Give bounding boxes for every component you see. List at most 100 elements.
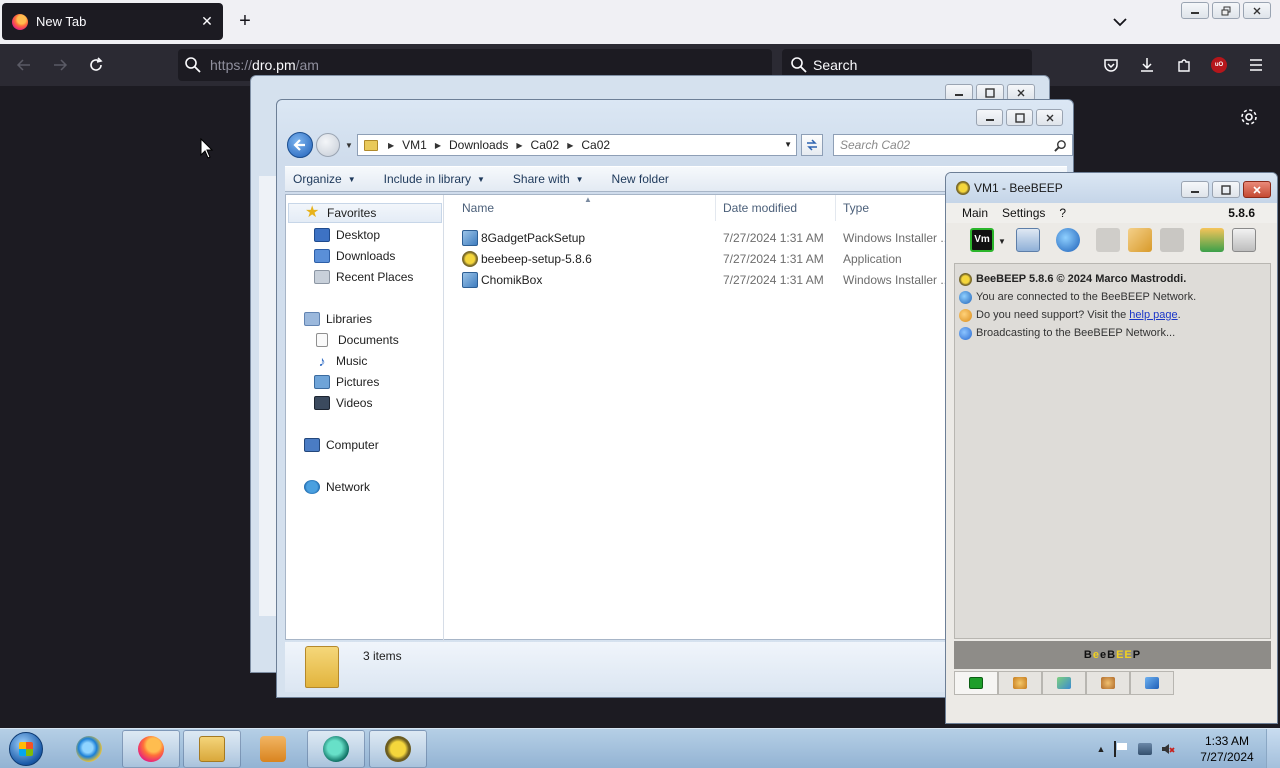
url-path: /am: [295, 57, 319, 73]
extensions-button[interactable]: [1173, 54, 1195, 76]
library-icon: [304, 312, 320, 326]
menu-button[interactable]: [1245, 54, 1267, 76]
forward-button[interactable]: [49, 54, 71, 76]
close-icon: [1046, 114, 1053, 121]
back-button[interactable]: [287, 132, 313, 158]
newtab-settings-button[interactable]: [1238, 106, 1260, 128]
nav-libraries[interactable]: Libraries: [304, 309, 372, 329]
help-page-link[interactable]: help page: [1129, 309, 1177, 321]
volume-muted-icon[interactable]: [1160, 741, 1176, 757]
column-header-date-modified[interactable]: Date modified: [716, 195, 836, 221]
chat-area[interactable]: BeeBEEP 5.8.6 © 2024 Marco Mastroddi. Yo…: [954, 263, 1271, 639]
file-type: Windows Installer ...: [843, 230, 951, 245]
close-icon: [1017, 89, 1025, 96]
minimize-button[interactable]: [976, 109, 1003, 126]
new-folder-button[interactable]: New folder: [612, 172, 669, 186]
include-in-library-button[interactable]: Include in library ▼: [384, 172, 485, 186]
address-history-dropdown[interactable]: ▼: [784, 140, 792, 149]
pencil-icon[interactable]: [1128, 228, 1152, 252]
list-all-tabs-button[interactable]: [1110, 12, 1130, 32]
trash-icon[interactable]: [1232, 228, 1256, 252]
taskbar-teamviewer[interactable]: [307, 730, 365, 768]
users-icon: [1013, 677, 1027, 689]
close-button[interactable]: [1036, 109, 1063, 126]
navigation-pane[interactable]: ★ Favorites Desktop Downloads Recent Plac…: [286, 195, 444, 641]
nav-recent-places[interactable]: Recent Places: [314, 267, 413, 287]
nav-downloads[interactable]: Downloads: [314, 246, 395, 266]
nav-computer[interactable]: Computer: [304, 435, 379, 455]
tab-users[interactable]: [998, 671, 1042, 695]
close-tab-icon[interactable]: ✕: [199, 13, 215, 29]
nav-documents[interactable]: Documents: [314, 330, 399, 350]
file-name: ChomikBox: [481, 272, 543, 287]
maximize-button[interactable]: [1006, 109, 1033, 126]
breadcrumb-separator-icon[interactable]: ▶: [567, 141, 573, 150]
chat-bubbles-icon: [1057, 677, 1071, 689]
minimize-button[interactable]: [1181, 181, 1209, 198]
tab-chats[interactable]: [1042, 671, 1086, 695]
network-icon[interactable]: [1056, 228, 1080, 252]
address-bar[interactable]: ▶ VM1 ▶ Downloads ▶ Ca02 ▶ Ca02 ▼: [357, 134, 797, 156]
breadcrumb-downloads[interactable]: Downloads: [449, 138, 508, 152]
start-button[interactable]: [4, 730, 48, 768]
show-hidden-icons-button[interactable]: ▲: [1096, 741, 1106, 757]
restore-button[interactable]: [1212, 2, 1240, 19]
system-clock[interactable]: 1:33 AM 7/27/2024: [1196, 733, 1258, 765]
recent-pages-dropdown[interactable]: ▼: [345, 141, 353, 150]
downloads-button[interactable]: [1136, 54, 1158, 76]
status-dropdown[interactable]: ▼: [998, 237, 1006, 246]
taskbar-beebeep[interactable]: [369, 730, 427, 768]
breadcrumb-ca02[interactable]: Ca02: [531, 138, 560, 152]
search-input[interactable]: Search Ca02: [833, 134, 1073, 156]
pocket-button[interactable]: [1100, 54, 1122, 76]
download-icon[interactable]: [1200, 228, 1224, 252]
menu-main[interactable]: Main: [962, 206, 988, 220]
chat-text: .: [1177, 309, 1181, 321]
reload-button[interactable]: [85, 54, 107, 76]
nav-videos[interactable]: Videos: [314, 393, 372, 413]
browser-tab-new-tab[interactable]: New Tab ✕: [2, 3, 223, 40]
taskbar-internet-explorer[interactable]: [60, 730, 118, 768]
taskbar-windows-explorer[interactable]: [183, 730, 241, 768]
nav-pictures[interactable]: Pictures: [314, 372, 379, 392]
column-header-name[interactable]: Name: [444, 195, 716, 221]
breadcrumb-separator-icon[interactable]: ▶: [435, 141, 441, 150]
share-with-button[interactable]: Share with ▼: [513, 172, 584, 186]
taskbar-firefox[interactable]: [122, 730, 180, 768]
back-button[interactable]: [13, 54, 35, 76]
new-tab-button[interactable]: +: [234, 10, 256, 32]
close-button[interactable]: [1243, 2, 1271, 19]
maximize-button[interactable]: [1212, 181, 1240, 198]
minimize-button[interactable]: [1181, 2, 1209, 19]
taskbar-media-player[interactable]: [244, 730, 302, 768]
tab-chat-home[interactable]: [954, 671, 998, 695]
ublock-origin-icon[interactable]: uO: [1211, 57, 1227, 73]
beebeep-window[interactable]: VM1 - BeeBEEP Main Settings ? 5.8.6 Vm ▼…: [945, 172, 1278, 724]
user-status-button[interactable]: Vm: [970, 228, 994, 252]
mail-icon[interactable]: [1096, 228, 1120, 252]
close-button[interactable]: [1243, 181, 1271, 198]
profile-icon[interactable]: [1016, 228, 1040, 252]
item-count: 3 items: [363, 649, 402, 663]
breadcrumb-vm1[interactable]: VM1: [402, 138, 427, 152]
menu-help[interactable]: ?: [1059, 206, 1066, 220]
tools-icon[interactable]: [1160, 228, 1184, 252]
organize-button[interactable]: Organize ▼: [293, 172, 356, 186]
menu-settings[interactable]: Settings: [1002, 206, 1045, 220]
tab-groups[interactable]: [1086, 671, 1130, 695]
show-desktop-button[interactable]: [1266, 729, 1280, 768]
action-center-flag-icon[interactable]: [1114, 741, 1130, 757]
refresh-button[interactable]: [801, 134, 823, 156]
tab-files[interactable]: [1130, 671, 1174, 695]
nav-music[interactable]: ♪ Music: [314, 351, 368, 371]
network-status-icon[interactable]: [1138, 743, 1152, 755]
document-icon: [316, 333, 328, 347]
breadcrumb-ca02-current[interactable]: Ca02: [581, 138, 610, 152]
beebeep-titlebar[interactable]: VM1 - BeeBEEP: [946, 173, 1277, 203]
breadcrumb-separator-icon[interactable]: ▶: [388, 141, 394, 150]
nav-favorites[interactable]: ★ Favorites: [288, 203, 442, 223]
forward-button[interactable]: [316, 133, 340, 157]
nav-network[interactable]: Network: [304, 477, 370, 497]
breadcrumb-separator-icon[interactable]: ▶: [516, 141, 522, 150]
nav-desktop[interactable]: Desktop: [314, 225, 380, 245]
